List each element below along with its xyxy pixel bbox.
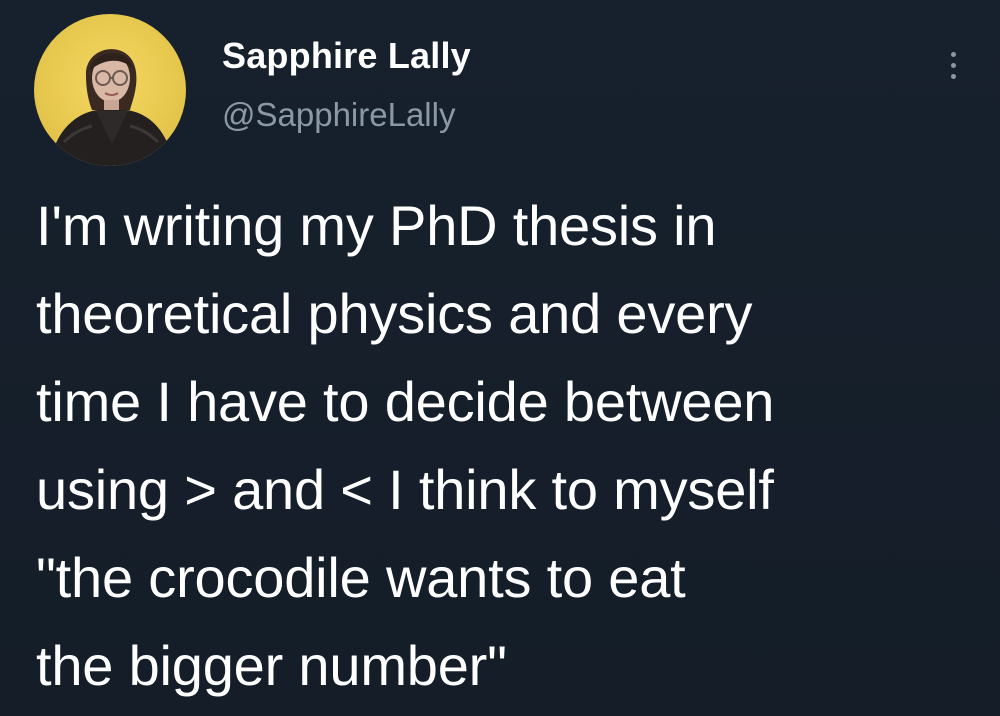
username-handle[interactable]: @SapphireLally — [222, 94, 471, 136]
tweet-text-line: the bigger number" — [36, 634, 507, 697]
tweet-card: Sapphire Lally @SapphireLally I'm writin… — [0, 0, 1000, 716]
more-options-icon — [950, 51, 956, 57]
more-options-button[interactable] — [936, 40, 970, 90]
tweet-text: I'm writing my PhD thesis in theoretical… — [36, 182, 986, 710]
tweet-text-line: theoretical physics and every — [36, 282, 753, 345]
more-options-icon-dot — [950, 62, 956, 68]
avatar[interactable] — [34, 14, 186, 166]
display-name[interactable]: Sapphire Lally — [222, 32, 471, 80]
profile-photo-icon — [50, 49, 174, 166]
tweet-text-line: time I have to decide between — [36, 370, 775, 433]
tweet-text-line: "the crocodile wants to eat — [36, 546, 686, 609]
author-info: Sapphire Lally @SapphireLally — [222, 32, 471, 162]
more-options-icon-dot — [950, 73, 956, 79]
tweet-text-line: I'm writing my PhD thesis in — [36, 194, 717, 257]
tweet-text-line: using > and < I think to myself — [36, 458, 774, 521]
